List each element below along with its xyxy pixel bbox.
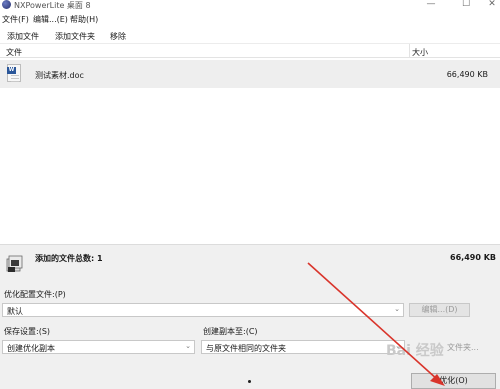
remove-button[interactable]: 移除 bbox=[110, 31, 126, 42]
word-doc-icon: W bbox=[7, 64, 21, 82]
file-row[interactable]: W 测试素材.doc 66,490 KB bbox=[0, 60, 500, 88]
save-settings-value: 创建优化副本 bbox=[7, 344, 55, 353]
profile-value: 默认 bbox=[7, 307, 23, 316]
file-list[interactable]: W 测试素材.doc 66,490 KB bbox=[0, 59, 500, 244]
window-title: NXPowerLite 桌面 8 bbox=[14, 1, 91, 10]
files-summary-icon bbox=[6, 255, 23, 272]
file-size: 66,490 KB bbox=[446, 70, 488, 79]
close-button[interactable]: ✕ bbox=[484, 0, 500, 10]
total-files-label: 添加的文件总数: 1 bbox=[35, 254, 103, 263]
settings-panel: 添加的文件总数: 1 66,490 KB 优化配置文件:(P) 默认 ⌄ 编辑.… bbox=[0, 244, 500, 389]
browse-folder-link[interactable]: 文件夹... bbox=[447, 342, 479, 353]
copy-to-label: 创建副本至:(C) bbox=[203, 327, 258, 336]
title-bar: NXPowerLite 桌面 8 — ☐ ✕ bbox=[0, 0, 500, 12]
column-header-file[interactable]: 文件 bbox=[6, 47, 22, 58]
column-header-size[interactable]: 大小 bbox=[412, 47, 428, 58]
save-settings-select[interactable]: 创建优化副本 ⌄ bbox=[2, 340, 195, 354]
chevron-down-icon: ⌄ bbox=[185, 342, 191, 350]
baidu-watermark: Bai 经验 bbox=[386, 343, 444, 359]
copy-to-select[interactable]: 与原文件相同的文件夹 ⌄ bbox=[201, 340, 405, 354]
maximize-button[interactable]: ☐ bbox=[458, 0, 474, 10]
file-name: 测试素材.doc bbox=[35, 71, 84, 80]
menu-file[interactable]: 文件(F) bbox=[2, 14, 29, 25]
column-divider[interactable] bbox=[409, 44, 410, 58]
status-dot bbox=[248, 380, 251, 383]
file-list-header: 文件 大小 bbox=[0, 44, 500, 58]
add-file-button[interactable]: 添加文件 bbox=[7, 31, 39, 42]
add-folder-button[interactable]: 添加文件夹 bbox=[55, 31, 95, 42]
menu-help[interactable]: 帮助(H) bbox=[70, 14, 98, 25]
menu-edit[interactable]: 编辑...(E) bbox=[33, 14, 68, 25]
profile-label: 优化配置文件:(P) bbox=[4, 290, 66, 299]
app-logo-icon bbox=[2, 0, 11, 9]
menu-bar: 文件(F) 编辑...(E) 帮助(H) bbox=[0, 12, 500, 26]
total-size: 66,490 KB bbox=[450, 253, 496, 262]
save-settings-label: 保存设置:(S) bbox=[4, 327, 51, 336]
optimize-button[interactable]: 优化(O) bbox=[411, 373, 496, 389]
minimize-button[interactable]: — bbox=[423, 0, 439, 10]
profile-select[interactable]: 默认 ⌄ bbox=[2, 303, 404, 317]
edit-profile-button[interactable]: 编辑...(D) bbox=[409, 303, 470, 317]
chevron-down-icon: ⌄ bbox=[394, 305, 400, 313]
copy-to-value: 与原文件相同的文件夹 bbox=[206, 344, 286, 353]
toolbar: 添加文件 添加文件夹 移除 bbox=[0, 27, 500, 44]
